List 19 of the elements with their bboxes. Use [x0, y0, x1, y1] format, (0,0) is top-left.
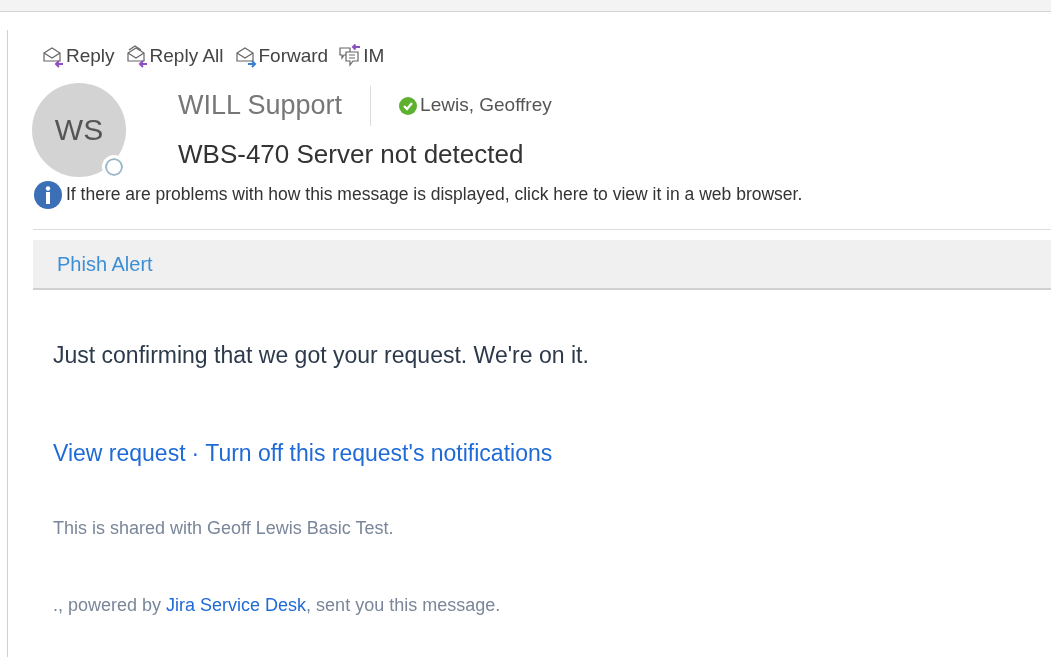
request-link[interactable]: View request [53, 436, 186, 471]
reply-all-envelope-icon [124, 44, 149, 69]
toolbar-button[interactable]: Reply All [123, 42, 225, 71]
jira-link[interactable]: Jira Service Desk [166, 594, 307, 615]
shared-note: This is shared with Geoff Lewis Basic Test. [53, 516, 395, 540]
toolbar-button[interactable]: IM [337, 42, 386, 71]
chat-bubbles-icon [338, 44, 363, 69]
subject: WBS-470 Server not detected [178, 137, 525, 171]
sender-name[interactable]: WILL Support [178, 85, 343, 126]
info-message[interactable]: If there are problems with how this message is displayed, click here to view it in a web browser. [66, 181, 803, 208]
info-icon [34, 180, 62, 209]
avatar: WS [32, 82, 126, 177]
link-separator: · [191, 439, 200, 468]
footer-text: ., powered by Jira Service Desk, sent you this message. [53, 593, 502, 617]
recipient-name[interactable]: Lewis, Geoffrey [420, 91, 552, 120]
toolbar-button[interactable]: Reply [40, 42, 116, 71]
message-text: Just confirming that we got your request. We're on it. [53, 340, 590, 370]
toolbar-button[interactable]: Forward [232, 42, 330, 71]
request-link[interactable]: Turn off this request's notifications [205, 436, 553, 471]
